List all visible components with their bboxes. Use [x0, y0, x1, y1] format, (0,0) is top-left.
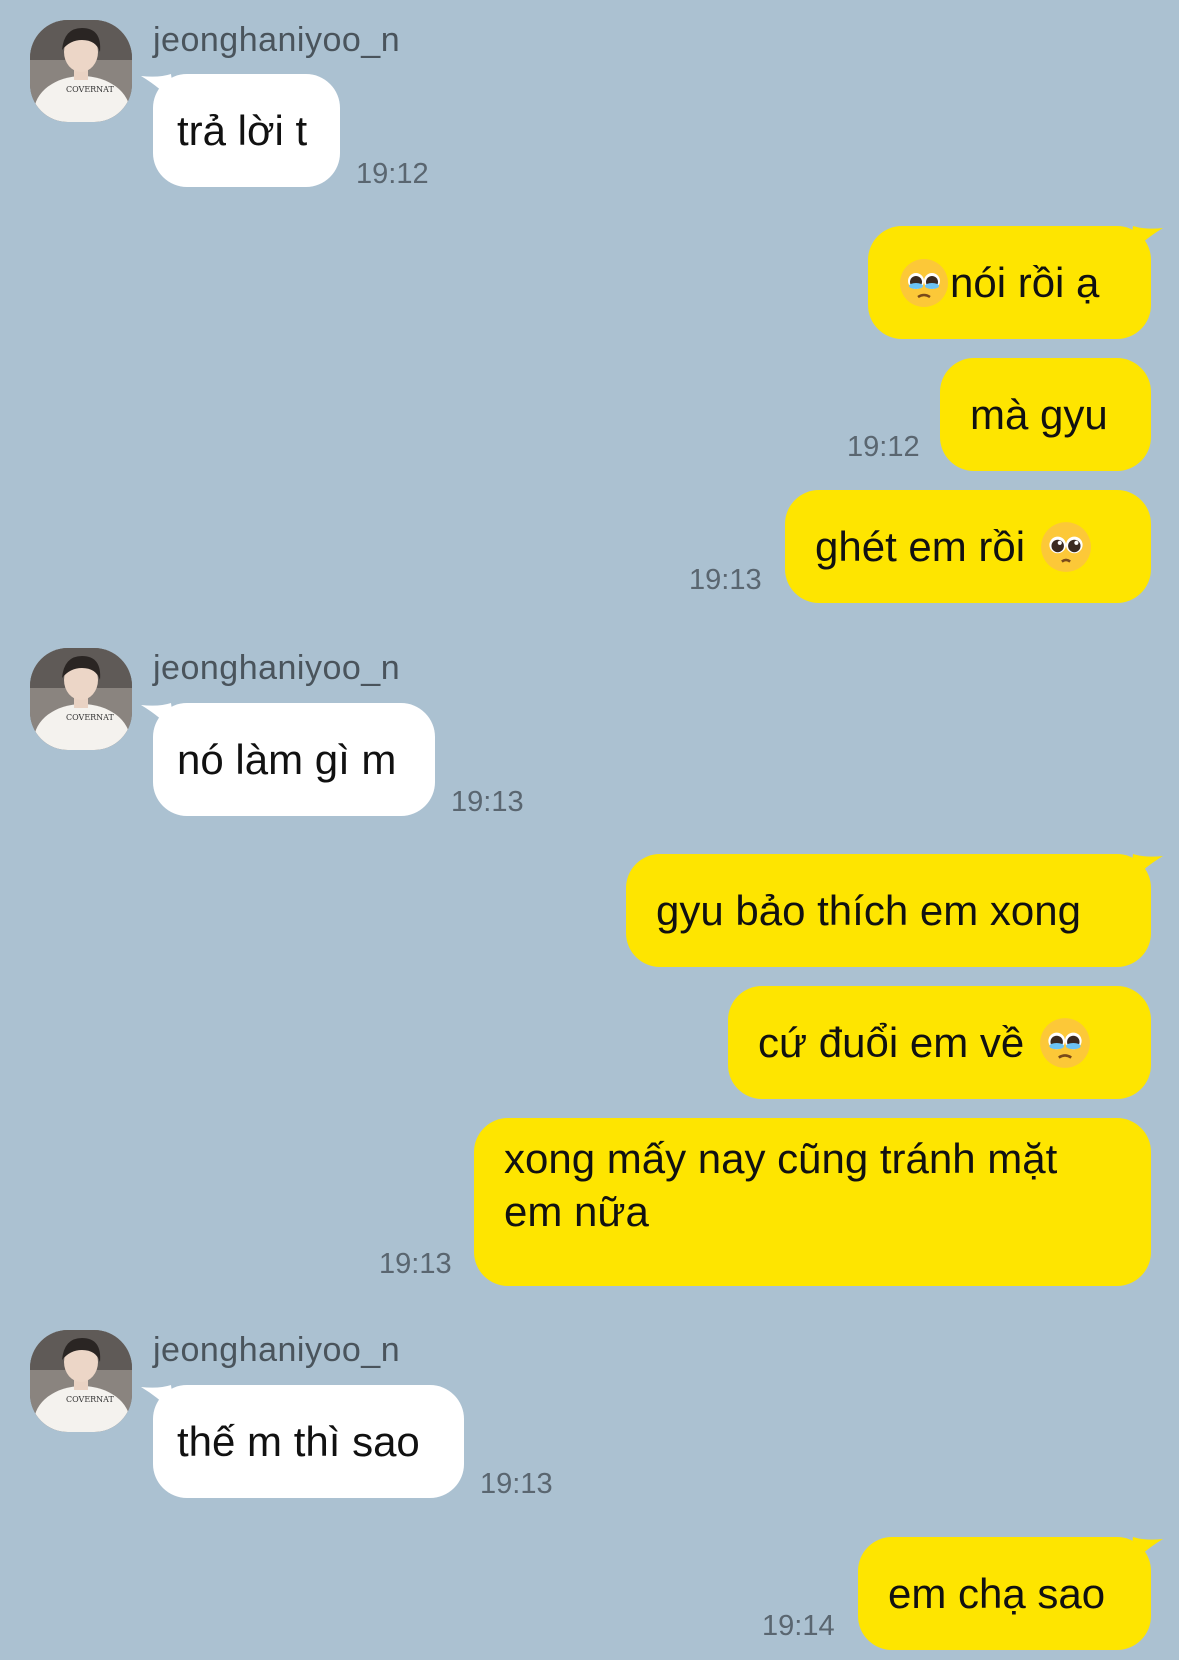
message-text: trả lời t [177, 107, 308, 154]
sender-name: jeonghaniyoo_n [153, 21, 401, 59]
pleading-face-teary-icon [900, 258, 948, 307]
message-text: em chạ sao [888, 1570, 1106, 1617]
svg-text:COVERNAT: COVERNAT [66, 713, 115, 722]
avatar-photo: COVERNAT [30, 20, 132, 122]
bubble-tail [1129, 854, 1163, 884]
message-timestamp: 19:13 [480, 1468, 553, 1500]
message-bubble-incoming[interactable]: nó làm gì m [141, 703, 435, 816]
svg-text:COVERNAT: COVERNAT [66, 85, 115, 94]
bubble-tail [1129, 1537, 1163, 1567]
message-text: mà gyu [970, 391, 1108, 438]
contact-avatar[interactable]: COVERNAT [30, 20, 132, 122]
message-bubble-outgoing[interactable]: xong mấy nay cũng tránh mặt em nữa [474, 1118, 1151, 1286]
message-text: nói rồi ạ [950, 259, 1100, 306]
bubble-tail [1129, 226, 1163, 256]
message-text: gyu bảo thích em xong [656, 887, 1081, 934]
sender-name: jeonghaniyoo_n [153, 649, 401, 687]
message-bubble-incoming[interactable]: thế m thì sao [141, 1385, 464, 1498]
bubble-tail [141, 1385, 175, 1415]
message-text: nó làm gì m [177, 736, 397, 783]
message-timestamp: 19:14 [762, 1610, 835, 1642]
message-bubble-outgoing[interactable]: cứ đuổi em về [728, 986, 1151, 1099]
contact-avatar[interactable]: COVERNAT [30, 1330, 132, 1432]
message-bubble-outgoing[interactable]: ghét em rồi [785, 490, 1151, 603]
message-bubble-outgoing[interactable]: mà gyu [940, 358, 1151, 471]
message-bubble-incoming[interactable]: trả lời t [141, 74, 340, 187]
message-text: xong mấy nay cũng tránh mặt em nữa [504, 1135, 1058, 1235]
pleading-face-icon [1041, 521, 1092, 572]
message-text: thế m thì sao [177, 1418, 420, 1465]
message-text: cứ đuổi em về [758, 1019, 1025, 1066]
message-bubble-outgoing[interactable]: em chạ sao [858, 1537, 1163, 1650]
message-timestamp: 19:12 [847, 431, 920, 463]
message-bubble-outgoing[interactable]: gyu bảo thích em xong [626, 854, 1163, 967]
pleading-face-teary-icon [1040, 1017, 1091, 1068]
avatar-photo: COVERNAT [30, 648, 132, 750]
contact-avatar[interactable]: COVERNAT [30, 648, 132, 750]
avatar-photo: COVERNAT [30, 1330, 132, 1432]
bubble-tail [141, 703, 175, 733]
message-timestamp: 19:13 [379, 1248, 452, 1280]
message-timestamp: 19:13 [689, 564, 762, 596]
bubble-tail [141, 74, 175, 104]
message-text: ghét em rồi [815, 523, 1026, 570]
message-timestamp: 19:13 [451, 786, 524, 818]
sender-name: jeonghaniyoo_n [153, 1331, 401, 1369]
message-bubble-outgoing[interactable]: nói rồi ạ [868, 226, 1163, 339]
message-timestamp: 19:12 [356, 158, 429, 190]
svg-text:COVERNAT: COVERNAT [66, 1395, 115, 1404]
